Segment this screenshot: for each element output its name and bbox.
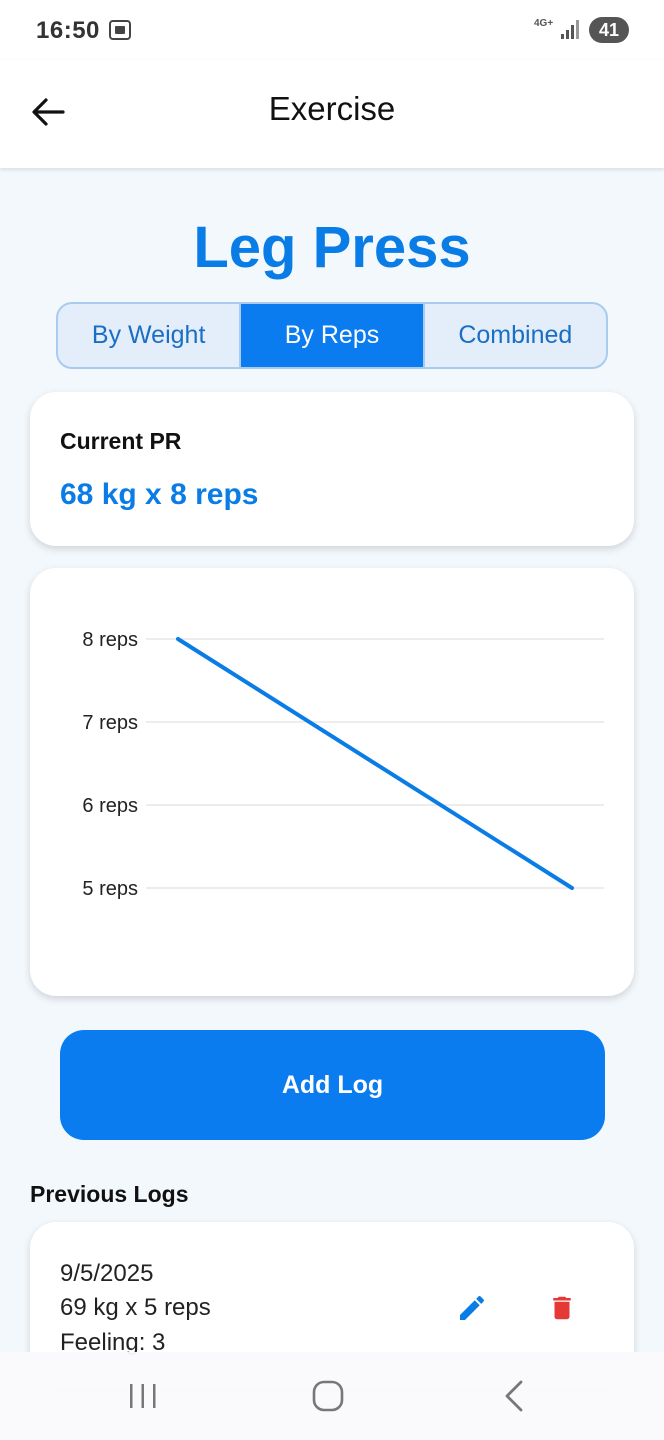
- tab-by-reps[interactable]: By Reps: [241, 304, 425, 367]
- chevron-left-icon: [505, 1380, 523, 1412]
- app-title: Exercise: [268, 90, 396, 127]
- screen-capture-icon: [109, 20, 131, 40]
- pencil-icon: [460, 1295, 485, 1320]
- y-tick-label: 6 reps: [82, 795, 138, 817]
- log-date: 9/5/2025: [60, 1260, 154, 1287]
- battery-indicator: 41: [589, 17, 629, 43]
- current-pr-card: Current PR 68 kg x 8 reps: [30, 392, 634, 546]
- status-time: 16:50: [36, 17, 100, 44]
- system-nav-bar: [0, 1352, 664, 1440]
- y-tick-label: 7 reps: [82, 712, 138, 734]
- home-button[interactable]: [306, 1374, 350, 1418]
- home-icon: [312, 1380, 344, 1412]
- edit-log-button[interactable]: [452, 1288, 492, 1328]
- tab-by-weight[interactable]: By Weight: [58, 304, 242, 367]
- system-back-button[interactable]: [492, 1374, 536, 1418]
- app-bar: Exercise: [0, 60, 664, 168]
- progress-chart-card: 8 reps 7 reps 6 reps 5 reps: [30, 568, 634, 996]
- recents-button[interactable]: [121, 1374, 165, 1418]
- pr-label: Current PR: [60, 428, 182, 454]
- add-log-button[interactable]: Add Log: [60, 1030, 605, 1140]
- log-value: 69 kg x 5 reps: [60, 1294, 211, 1321]
- pr-value: 68 kg x 8 reps: [60, 478, 259, 511]
- y-tick-label: 8 reps: [82, 629, 138, 651]
- delete-log-button[interactable]: [542, 1288, 582, 1328]
- tab-combined[interactable]: Combined: [425, 304, 606, 367]
- network-indicator: 4G+: [534, 18, 554, 29]
- signal-icon: [561, 20, 579, 39]
- y-tick-label: 5 reps: [82, 878, 138, 900]
- series-line: [176, 637, 574, 890]
- previous-logs-title: Previous Logs: [30, 1181, 189, 1207]
- recents-icon: [130, 1384, 156, 1408]
- exercise-title: Leg Press: [193, 215, 471, 280]
- progress-chart: 8 reps 7 reps 6 reps 5 reps: [82, 629, 604, 900]
- status-bar: 16:50 4G+ 41: [0, 0, 664, 60]
- trash-icon: [553, 1296, 571, 1320]
- chart-mode-tabs: By Weight By Reps Combined: [56, 302, 608, 369]
